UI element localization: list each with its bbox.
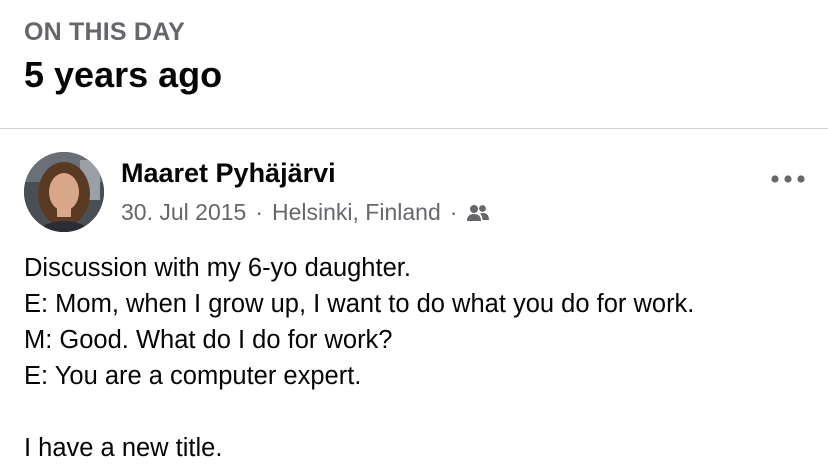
author-name[interactable]: Maaret Pyhäjärvi [121, 158, 336, 189]
memory-page: ON THIS DAY 5 years ago Maaret Pyhäjärvi… [0, 0, 828, 474]
post-line: Discussion with my 6-yo daughter. [24, 254, 411, 282]
post-location[interactable]: Helsinki, Finland [272, 199, 441, 226]
avatar-image [24, 152, 104, 232]
divider [0, 128, 828, 129]
post-date[interactable]: 30. Jul 2015 [121, 199, 246, 226]
post-line: I have a new title. [24, 434, 223, 462]
post-line: E: You are a computer expert. [24, 362, 362, 390]
meta-separator: · [449, 199, 458, 225]
more-options-button[interactable] [770, 168, 806, 190]
author-avatar[interactable] [24, 152, 104, 232]
section-label: ON THIS DAY [24, 18, 186, 46]
post-meta: 30. Jul 2015 · Helsinki, Finland · [121, 199, 490, 226]
post-line-blank [24, 394, 694, 430]
meta-separator: · [255, 199, 263, 225]
post-line: E: Mom, when I grow up, I want to do wha… [24, 290, 695, 318]
memory-title: 5 years ago [24, 54, 223, 95]
friends-icon[interactable] [467, 204, 490, 222]
post-line: M: Good. What do I do for work? [24, 326, 393, 354]
post-text: Discussion with my 6-yo daughter. E: Mom… [24, 250, 694, 466]
more-options-icon [771, 175, 805, 183]
